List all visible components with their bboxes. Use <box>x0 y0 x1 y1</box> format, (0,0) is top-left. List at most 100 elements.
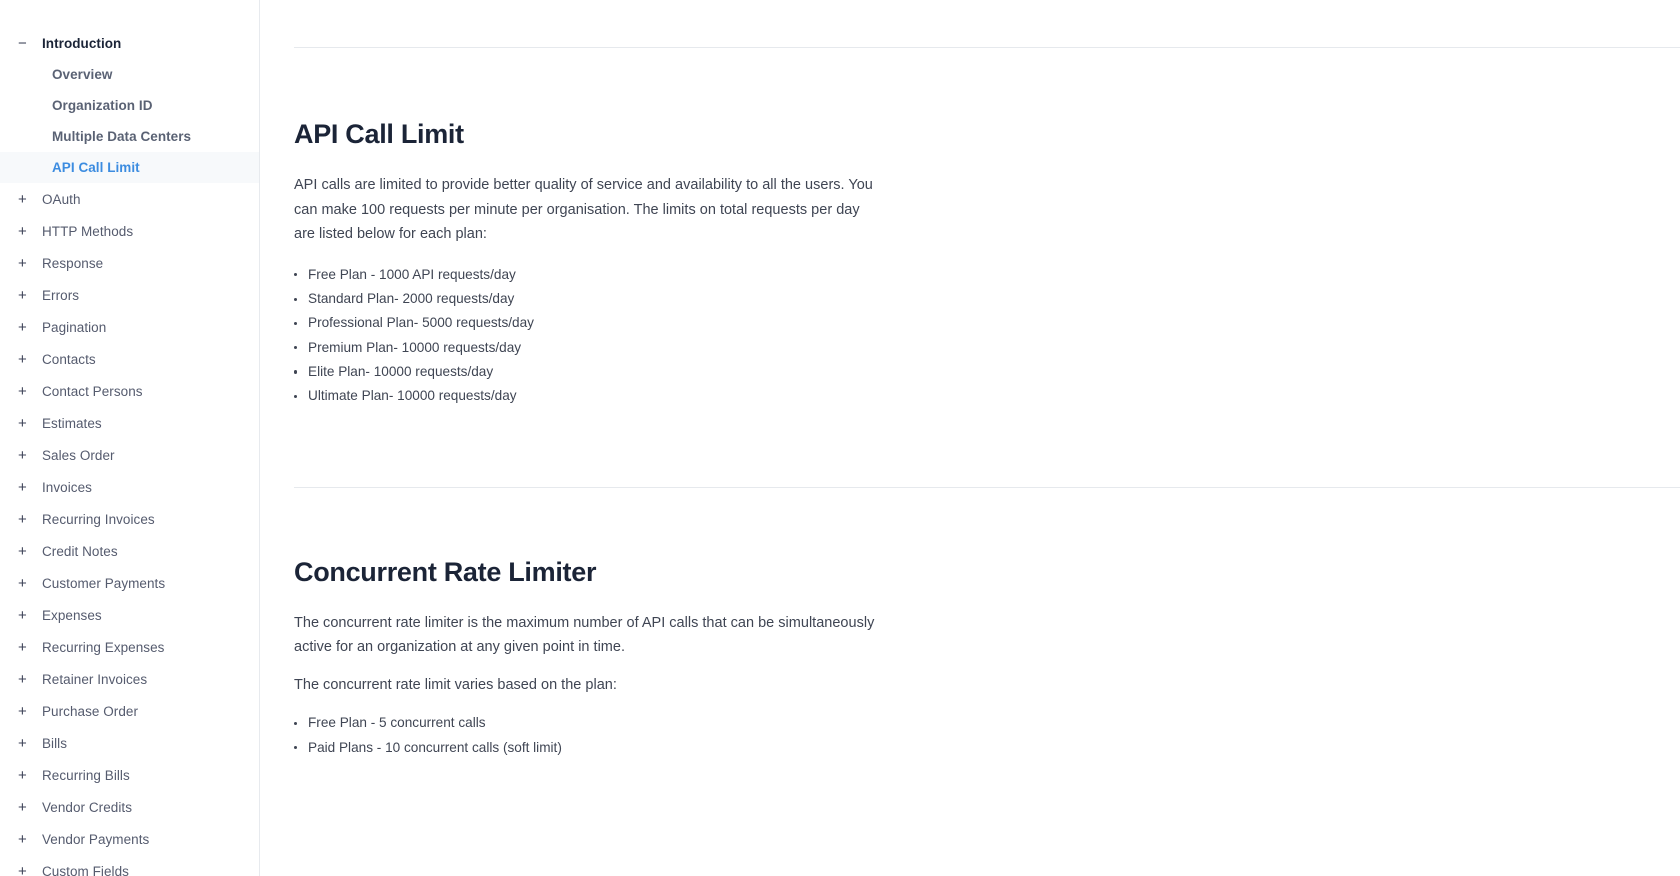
sidebar-item-label: Organization ID <box>52 98 153 113</box>
sidebar-item-label: Recurring Invoices <box>42 511 155 527</box>
plan-limits-list: Free Plan - 1000 API requests/day Standar… <box>294 263 880 409</box>
expand-plus-icon[interactable]: + <box>18 320 34 335</box>
expand-plus-icon[interactable]: + <box>18 672 34 687</box>
sidebar-item-label: Custom Fields <box>42 863 129 876</box>
list-item: Free Plan - 5 concurrent calls <box>294 711 880 735</box>
sidebar-item-retainer-invoices[interactable]: + Retainer Invoices <box>0 663 259 695</box>
sidebar-item-label: Introduction <box>42 35 122 51</box>
expand-plus-icon[interactable]: + <box>18 448 34 463</box>
sidebar-item-label: Response <box>42 255 104 271</box>
sidebar-nav-list: − Introduction Overview Organization ID Mult… <box>0 27 259 876</box>
sidebar-item-response[interactable]: + Response <box>0 247 259 279</box>
sidebar-item-http-methods[interactable]: + HTTP Methods <box>0 215 259 247</box>
sidebar-item-label: Estimates <box>42 415 102 431</box>
sidebar-item-bills[interactable]: + Bills <box>0 727 259 759</box>
sidebar-item-errors[interactable]: + Errors <box>0 279 259 311</box>
sidebar-item-label: Recurring Expenses <box>42 639 165 655</box>
sidebar-item-purchase-order[interactable]: + Purchase Order <box>0 695 259 727</box>
list-item: Premium Plan- 10000 requests/day <box>294 336 880 360</box>
documentation-page: − Introduction Overview Organization ID Mult… <box>0 0 1680 876</box>
sidebar-item-label: Vendor Credits <box>42 799 132 815</box>
sidebar-item-organization-id[interactable]: Organization ID <box>0 90 259 121</box>
sidebar-item-recurring-invoices[interactable]: + Recurring Invoices <box>0 503 259 535</box>
section-concurrent-rate-limiter: Concurrent Rate Limiter The concurrent r… <box>260 488 1680 760</box>
sidebar-item-label: API Call Limit <box>52 160 140 175</box>
expand-plus-icon[interactable]: + <box>18 224 34 239</box>
section-paragraph: API calls are limited to provide better … <box>294 177 873 243</box>
expand-plus-icon[interactable]: + <box>18 416 34 431</box>
sidebar-item-label: Retainer Invoices <box>42 671 148 687</box>
expand-plus-icon[interactable]: + <box>18 512 34 527</box>
sidebar-item-contact-persons[interactable]: + Contact Persons <box>0 375 259 407</box>
expand-plus-icon[interactable]: + <box>18 832 34 847</box>
sidebar-item-label: Customer Payments <box>42 575 166 591</box>
sidebar-item-recurring-bills[interactable]: + Recurring Bills <box>0 759 259 791</box>
expand-plus-icon[interactable]: + <box>18 800 34 815</box>
sidebar-item-label: Credit Notes <box>42 543 118 559</box>
sidebar-item-sales-order[interactable]: + Sales Order <box>0 439 259 471</box>
sidebar-item-label: Overview <box>52 67 113 82</box>
sidebar-item-pagination[interactable]: + Pagination <box>0 311 259 343</box>
expand-plus-icon[interactable]: + <box>18 256 34 271</box>
expand-plus-icon[interactable]: + <box>18 192 34 207</box>
list-item: Standard Plan- 2000 requests/day <box>294 287 880 311</box>
sidebar-item-oauth[interactable]: + OAuth <box>0 183 259 215</box>
main-content: API Call Limit API calls are limited to … <box>260 0 1680 876</box>
expand-plus-icon[interactable]: + <box>18 384 34 399</box>
sidebar-item-label: Invoices <box>42 479 92 495</box>
sidebar-item-custom-fields[interactable]: + Custom Fields <box>0 855 259 876</box>
expand-plus-icon[interactable]: + <box>18 864 34 876</box>
expand-plus-icon[interactable]: + <box>18 768 34 783</box>
sidebar-item-label: Expenses <box>42 607 102 623</box>
sidebar-item-api-call-limit[interactable]: API Call Limit <box>0 152 259 183</box>
sidebar-item-label: Purchase Order <box>42 703 138 719</box>
expand-plus-icon[interactable]: + <box>18 736 34 751</box>
sidebar-item-label: Recurring Bills <box>42 767 130 783</box>
list-item: Elite Plan- 10000 requests/day <box>294 360 880 384</box>
sidebar-item-vendor-payments[interactable]: + Vendor Payments <box>0 823 259 855</box>
expand-plus-icon[interactable]: + <box>18 480 34 495</box>
expand-plus-icon[interactable]: + <box>18 576 34 591</box>
expand-plus-icon[interactable]: + <box>18 608 34 623</box>
section-api-call-limit: API Call Limit API calls are limited to … <box>260 48 1680 487</box>
sidebar-item-contacts[interactable]: + Contacts <box>0 343 259 375</box>
sidebar-item-label: Multiple Data Centers <box>52 129 192 144</box>
sidebar-item-label: OAuth <box>42 191 81 207</box>
content-top-spacer <box>260 0 1680 47</box>
sidebar-item-recurring-expenses[interactable]: + Recurring Expenses <box>0 631 259 663</box>
sidebar-navigation[interactable]: − Introduction Overview Organization ID Mult… <box>0 0 260 876</box>
page-title: API Call Limit <box>294 119 464 149</box>
sidebar-item-vendor-credits[interactable]: + Vendor Credits <box>0 791 259 823</box>
sidebar-item-label: Contact Persons <box>42 383 143 399</box>
section-paragraph: The concurrent rate limit varies based o… <box>294 676 617 693</box>
list-item: Free Plan - 1000 API requests/day <box>294 263 880 287</box>
concurrent-limits-list: Free Plan - 5 concurrent calls Paid Plans… <box>294 711 880 760</box>
list-item: Professional Plan- 5000 requests/day <box>294 311 880 335</box>
section-title-concurrent-rate-limiter: Concurrent Rate Limiter <box>294 556 597 587</box>
sidebar-item-credit-notes[interactable]: + Credit Notes <box>0 535 259 567</box>
sidebar-item-multiple-data-centers[interactable]: Multiple Data Centers <box>0 121 259 152</box>
sidebar-item-customer-payments[interactable]: + Customer Payments <box>0 567 259 599</box>
list-item: Ultimate Plan- 10000 requests/day <box>294 384 880 408</box>
sidebar-item-estimates[interactable]: + Estimates <box>0 407 259 439</box>
sidebar-item-label: Bills <box>42 735 68 751</box>
list-item: Paid Plans - 10 concurrent calls (soft l… <box>294 736 880 760</box>
expand-plus-icon[interactable]: + <box>18 640 34 655</box>
expand-plus-icon[interactable]: + <box>18 544 34 559</box>
sidebar-item-expenses[interactable]: + Expenses <box>0 599 259 631</box>
sidebar-item-introduction[interactable]: − Introduction <box>0 27 259 59</box>
section-paragraph: The concurrent rate limiter is the maxim… <box>294 614 875 656</box>
collapse-minus-icon[interactable]: − <box>18 36 34 51</box>
sidebar-item-label: HTTP Methods <box>42 223 134 239</box>
expand-plus-icon[interactable]: + <box>18 704 34 719</box>
expand-plus-icon[interactable]: + <box>18 352 34 367</box>
sidebar-item-label: Pagination <box>42 319 107 335</box>
sidebar-item-invoices[interactable]: + Invoices <box>0 471 259 503</box>
sidebar-item-overview[interactable]: Overview <box>0 59 259 90</box>
expand-plus-icon[interactable]: + <box>18 288 34 303</box>
